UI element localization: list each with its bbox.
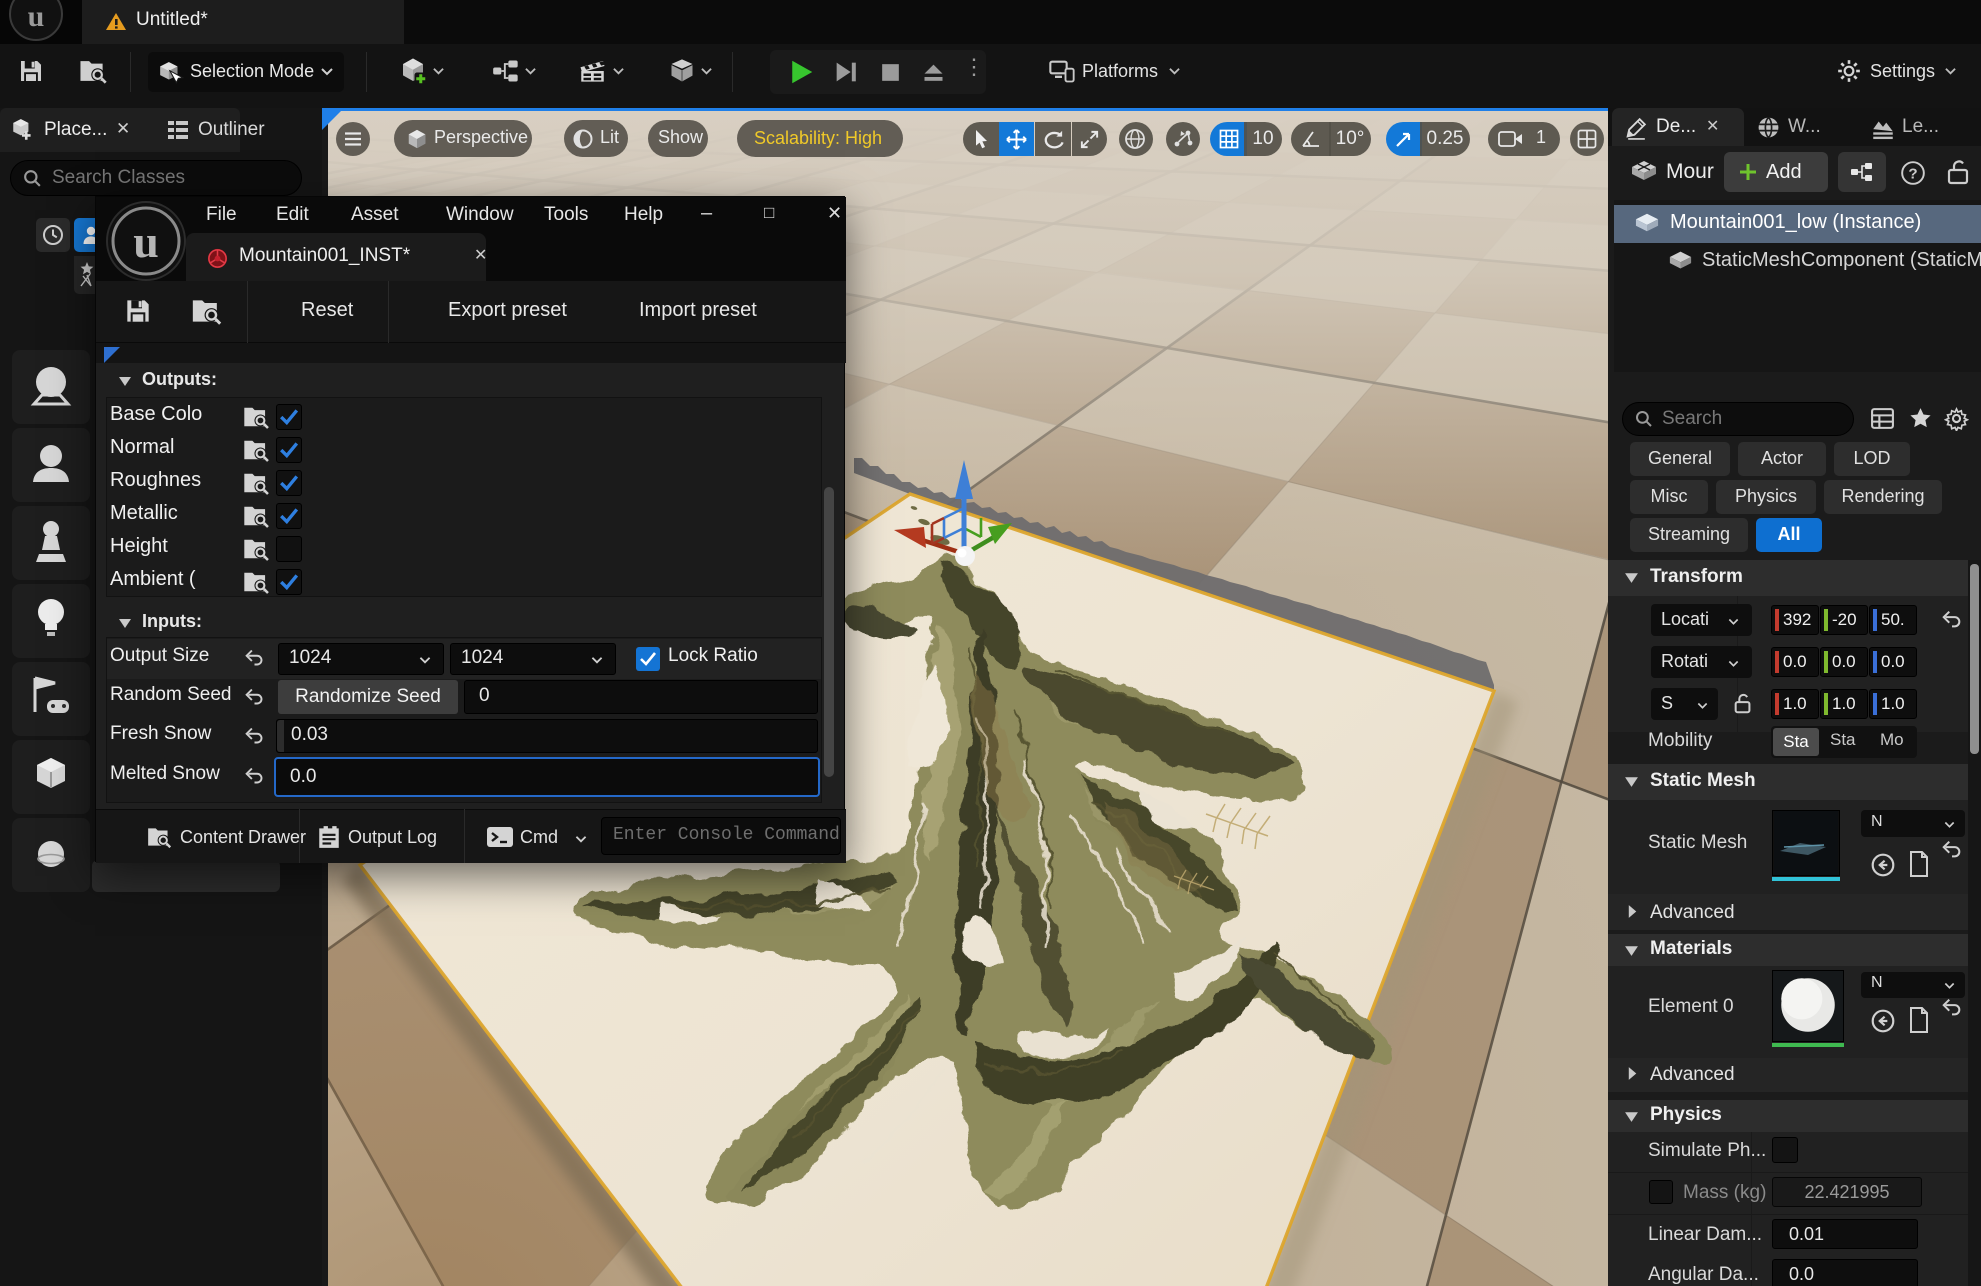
- svg-text:u: u: [28, 0, 45, 33]
- svg-text:?: ?: [1908, 165, 1917, 182]
- svg-text:u: u: [133, 216, 159, 267]
